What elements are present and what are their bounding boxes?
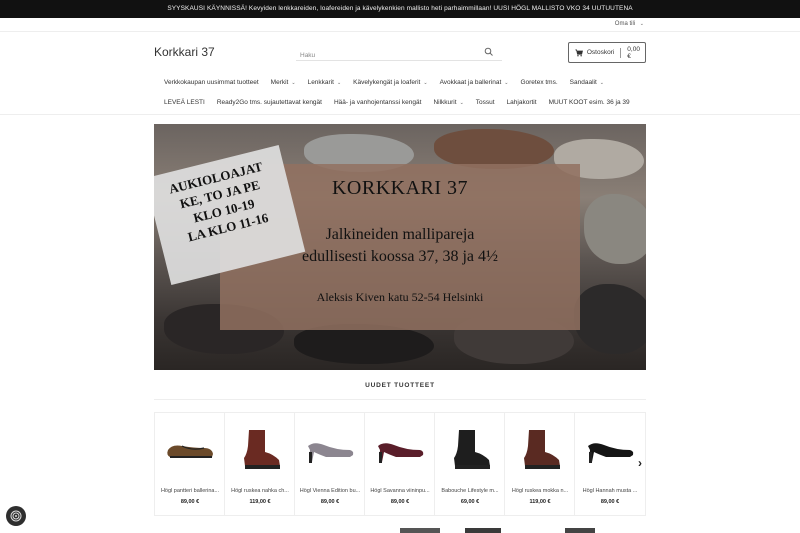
product-card[interactable]: Babouche Lifestyle m... 69,00 € (435, 413, 505, 515)
account-menu[interactable]: Oma tili ⌄ (615, 21, 644, 27)
nav-item-label: Sandaalit (569, 79, 597, 86)
nav-item-label: Ready2Go tms. sujautettavat kengät (216, 99, 322, 106)
cart-label: Ostoskori (586, 49, 615, 56)
shoe-decoration (584, 194, 646, 264)
product-card[interactable]: Högl Vienna Edition bu... 89,00 € (295, 413, 365, 515)
hero-address: Aleksis Kiven katu 52-54 Helsinki (316, 290, 484, 304)
search-bar (296, 44, 502, 64)
product-image[interactable] (583, 423, 637, 475)
product-name[interactable]: Högl Hannah musta ... (579, 488, 641, 494)
cart-icon (575, 48, 583, 56)
nav-item[interactable]: Verkkokaupan uusimmat tuotteet (158, 79, 265, 86)
product-price: 89,00 € (180, 499, 200, 505)
chevron-down-icon: ⌄ (599, 79, 604, 86)
product-image[interactable] (443, 423, 497, 475)
product-carousel: Högl pantteri ballerina... 89,00 € Högl ru… (154, 412, 646, 516)
nav-item-label: Lenkkarit (307, 79, 334, 86)
nav-item[interactable]: Tossut (470, 99, 501, 106)
product-name[interactable]: Högl Vienna Edition bu... (299, 488, 361, 494)
nav-item[interactable]: Sandaalit ⌄ (564, 79, 610, 86)
product-image-peek (400, 528, 440, 533)
nav-item[interactable]: Kävelykengät ja loaferit ⌄ (347, 79, 433, 86)
nav-item[interactable]: Lahjakortit (501, 99, 543, 106)
nav-item-label: Kävelykengät ja loaferit (353, 79, 421, 86)
product-price: 69,00 € (460, 499, 480, 505)
product-image[interactable] (513, 423, 567, 475)
nav-item[interactable]: Lenkkarit ⌄ (302, 79, 348, 86)
search-input[interactable] (296, 47, 481, 64)
product-image[interactable] (233, 423, 287, 475)
nav-item[interactable]: Hää- ja vanhojentanssi kengät (328, 99, 427, 106)
account-bar: Oma tili ⌄ (0, 18, 800, 32)
nav-item[interactable]: Nilkkurit ⌄ (427, 99, 469, 106)
product-image[interactable] (163, 423, 217, 475)
announcement-bar: SYYSKAUSI KÄYNNISSÄ! Kevyiden lenkkareid… (0, 0, 800, 18)
section-divider (154, 399, 646, 400)
chevron-right-icon[interactable]: › (638, 456, 642, 470)
product-card[interactable]: Högl Savanna viininpu... 89,00 € (365, 413, 435, 515)
nav-item[interactable]: Ready2Go tms. sujautettavat kengät (211, 99, 328, 106)
chevron-down-icon: ⌄ (459, 99, 464, 106)
site-logo[interactable]: Korkkari 37 (154, 45, 215, 59)
nav-item-label: Verkkokaupan uusimmat tuotteet (164, 79, 259, 86)
main-nav-row-2: LEVEÄ LESTI Ready2Go tms. sujautettavat k… (158, 99, 636, 106)
cart-divider (620, 47, 622, 58)
search-icon[interactable] (484, 47, 494, 57)
product-name[interactable]: Högl ruskea mokka n... (509, 488, 571, 494)
nav-item[interactable]: Goretex tms. (514, 79, 563, 86)
nav-item[interactable]: MUUT KOOT esim. 36 ja 39 (543, 99, 636, 106)
chat-button[interactable] (6, 506, 26, 526)
chevron-down-icon: ⌄ (504, 79, 509, 86)
product-price: 119,00 € (529, 499, 551, 505)
cart-total: 0,00 € (627, 45, 640, 60)
nav-item-label: Merkit (270, 79, 289, 86)
cart-button[interactable]: Ostoskori 0,00 € (568, 42, 646, 63)
product-card[interactable]: Högl ruskea mokka n... 119,00 € (505, 413, 575, 515)
product-price: 89,00 € (320, 499, 340, 505)
product-price: 89,00 € (390, 499, 410, 505)
nav-item-label: Avokkaat ja ballerinat (439, 79, 502, 86)
nav-item[interactable]: LEVEÄ LESTI (158, 99, 211, 106)
product-card[interactable]: Högl ruskea nahka ch... 119,00 € (225, 413, 295, 515)
nav-item-label: Nilkkurit (433, 99, 457, 106)
shoe-decoration (294, 324, 434, 364)
main-nav-row-1: Verkkokaupan uusimmat tuotteet Merkit ⌄ Len… (158, 79, 610, 86)
nav-item[interactable]: Merkit ⌄ (265, 79, 302, 86)
chevron-down-icon: ⌄ (291, 79, 296, 86)
hero-banner[interactable]: KORKKARI 37 Jalkineiden mallipareja edul… (154, 124, 646, 370)
section-title: UUDET TUOTTEET (365, 382, 435, 389)
product-name[interactable]: Högl ruskea nahka ch... (229, 488, 291, 494)
product-image-peek (465, 528, 501, 533)
product-name[interactable]: Högl pantteri ballerina... (159, 488, 221, 494)
shoe-decoration (574, 284, 646, 354)
chat-icon (10, 510, 22, 522)
nav-item-label: LEVEÄ LESTI (164, 99, 205, 106)
product-price: 89,00 € (600, 499, 620, 505)
nav-divider (0, 114, 800, 115)
nav-item-label: MUUT KOOT esim. 36 ja 39 (548, 99, 630, 106)
account-label: Oma tili (614, 21, 636, 27)
chevron-down-icon: ⌄ (639, 21, 644, 27)
nav-item-label: Hää- ja vanhojentanssi kengät (333, 99, 422, 106)
product-price: 119,00 € (249, 499, 271, 505)
shoe-decoration (434, 129, 554, 169)
product-card[interactable]: Högl Hannah musta ... 89,00 € (575, 413, 645, 515)
product-image-peek (565, 528, 595, 533)
product-name[interactable]: Babouche Lifestyle m... (439, 488, 501, 494)
product-card[interactable]: Högl pantteri ballerina... 89,00 € (155, 413, 225, 515)
chevron-down-icon: ⌄ (336, 79, 342, 86)
product-name[interactable]: Högl Savanna viininpu... (369, 488, 431, 494)
chevron-down-icon: ⌄ (423, 79, 428, 86)
nav-item[interactable]: Avokkaat ja ballerinat ⌄ (434, 79, 515, 86)
product-image[interactable] (303, 423, 357, 475)
nav-item-label: Tossut (475, 99, 495, 106)
product-image[interactable] (373, 423, 427, 475)
nav-item-label: Goretex tms. (520, 79, 558, 86)
nav-item-label: Lahjakortit (506, 99, 537, 106)
